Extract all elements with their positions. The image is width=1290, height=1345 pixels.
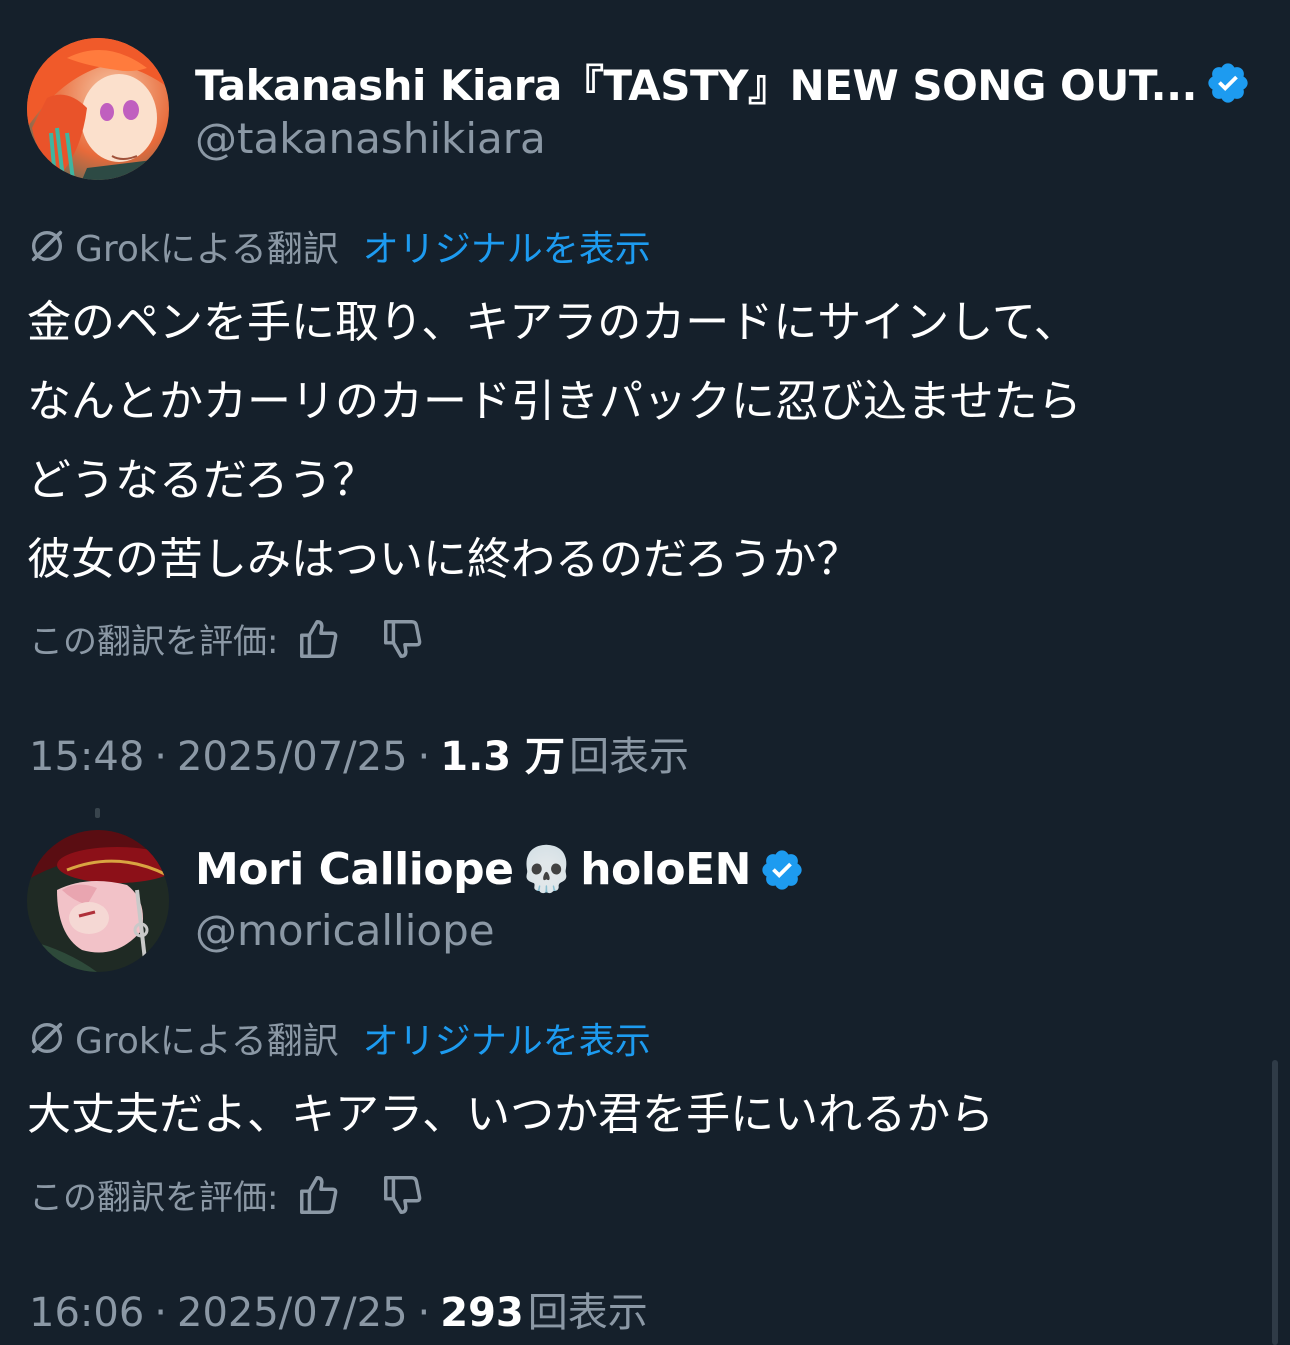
post-time[interactable]: 15:48 [29,734,144,780]
thumbs-up-icon[interactable] [296,1172,342,1218]
display-name[interactable]: Takanashi Kiara『TASTY』NEW SONG OUT... [195,52,1198,113]
skull-emoji: 💀 [519,843,575,895]
views-count: 1.3 万 [440,734,566,780]
display-name-suffix[interactable]: holoEN [580,844,751,895]
separator-dot: · [154,1290,167,1336]
rate-translation-row: この翻訳を評価: [29,614,426,663]
show-original-link[interactable]: オリジナルを表示 [363,1012,651,1064]
user-handle[interactable]: @takanashikiara [195,114,546,163]
thumbs-up-icon[interactable] [296,616,342,662]
thumbs-down-icon[interactable] [380,1172,426,1218]
separator-dot: · [154,734,167,780]
post-text: 金のペンを手に取り、キアラのカードにサインして、 なんとかカーリのカード引きパッ… [27,297,1082,585]
thumbs-down-icon[interactable] [380,616,426,662]
post-meta: 15:48 · 2025/07/25 · 1.3 万 回表示 [29,724,689,782]
translation-label: Grokによる翻訳 [75,229,339,270]
separator-dot: · [417,734,431,780]
avatar-kiara-image [27,38,169,180]
post-date[interactable]: 2025/07/25 [177,734,408,780]
post-time[interactable]: 16:06 [29,1290,144,1336]
avatar-calliope[interactable] [27,830,169,972]
avatar-calliope-image [27,830,169,972]
post-text: 大丈夫だよ、キアラ、いつか君を手にいれるから [27,1089,995,1140]
grok-icon [31,1022,63,1054]
avatar-kiara[interactable] [27,38,169,180]
post-meta: 16:06 · 2025/07/25 · 293 回表示 [29,1280,648,1338]
author-name-row[interactable]: Mori Calliope 💀 holoEN [195,844,805,895]
translation-bar: Grokによる翻訳 オリジナルを表示 [27,1012,651,1064]
translation-label: Grokによる翻訳 [75,1021,339,1062]
display-name[interactable]: Mori Calliope [195,844,514,895]
user-handle[interactable]: @moricalliope [195,906,495,955]
thread-connector [95,808,100,818]
rate-translation-label: この翻訳を評価: [29,622,279,662]
separator-dot: · [417,1290,431,1336]
post-date[interactable]: 2025/07/25 [177,1290,408,1336]
views-label: 回表示 [569,734,690,780]
views-count: 293 [440,1290,524,1336]
views-label: 回表示 [527,1290,648,1336]
rate-translation-row: この翻訳を評価: [29,1170,426,1219]
scrollbar[interactable] [1272,1060,1278,1345]
verified-badge-icon [1208,62,1248,103]
translation-bar: Grokによる翻訳 オリジナルを表示 [27,220,651,272]
show-original-link[interactable]: オリジナルを表示 [363,220,651,272]
grok-icon [31,230,63,262]
rate-translation-label: この翻訳を評価: [29,1178,279,1218]
verified-badge-icon [762,849,802,890]
author-name-row[interactable]: Takanashi Kiara『TASTY』NEW SONG OUT... [195,52,1251,113]
